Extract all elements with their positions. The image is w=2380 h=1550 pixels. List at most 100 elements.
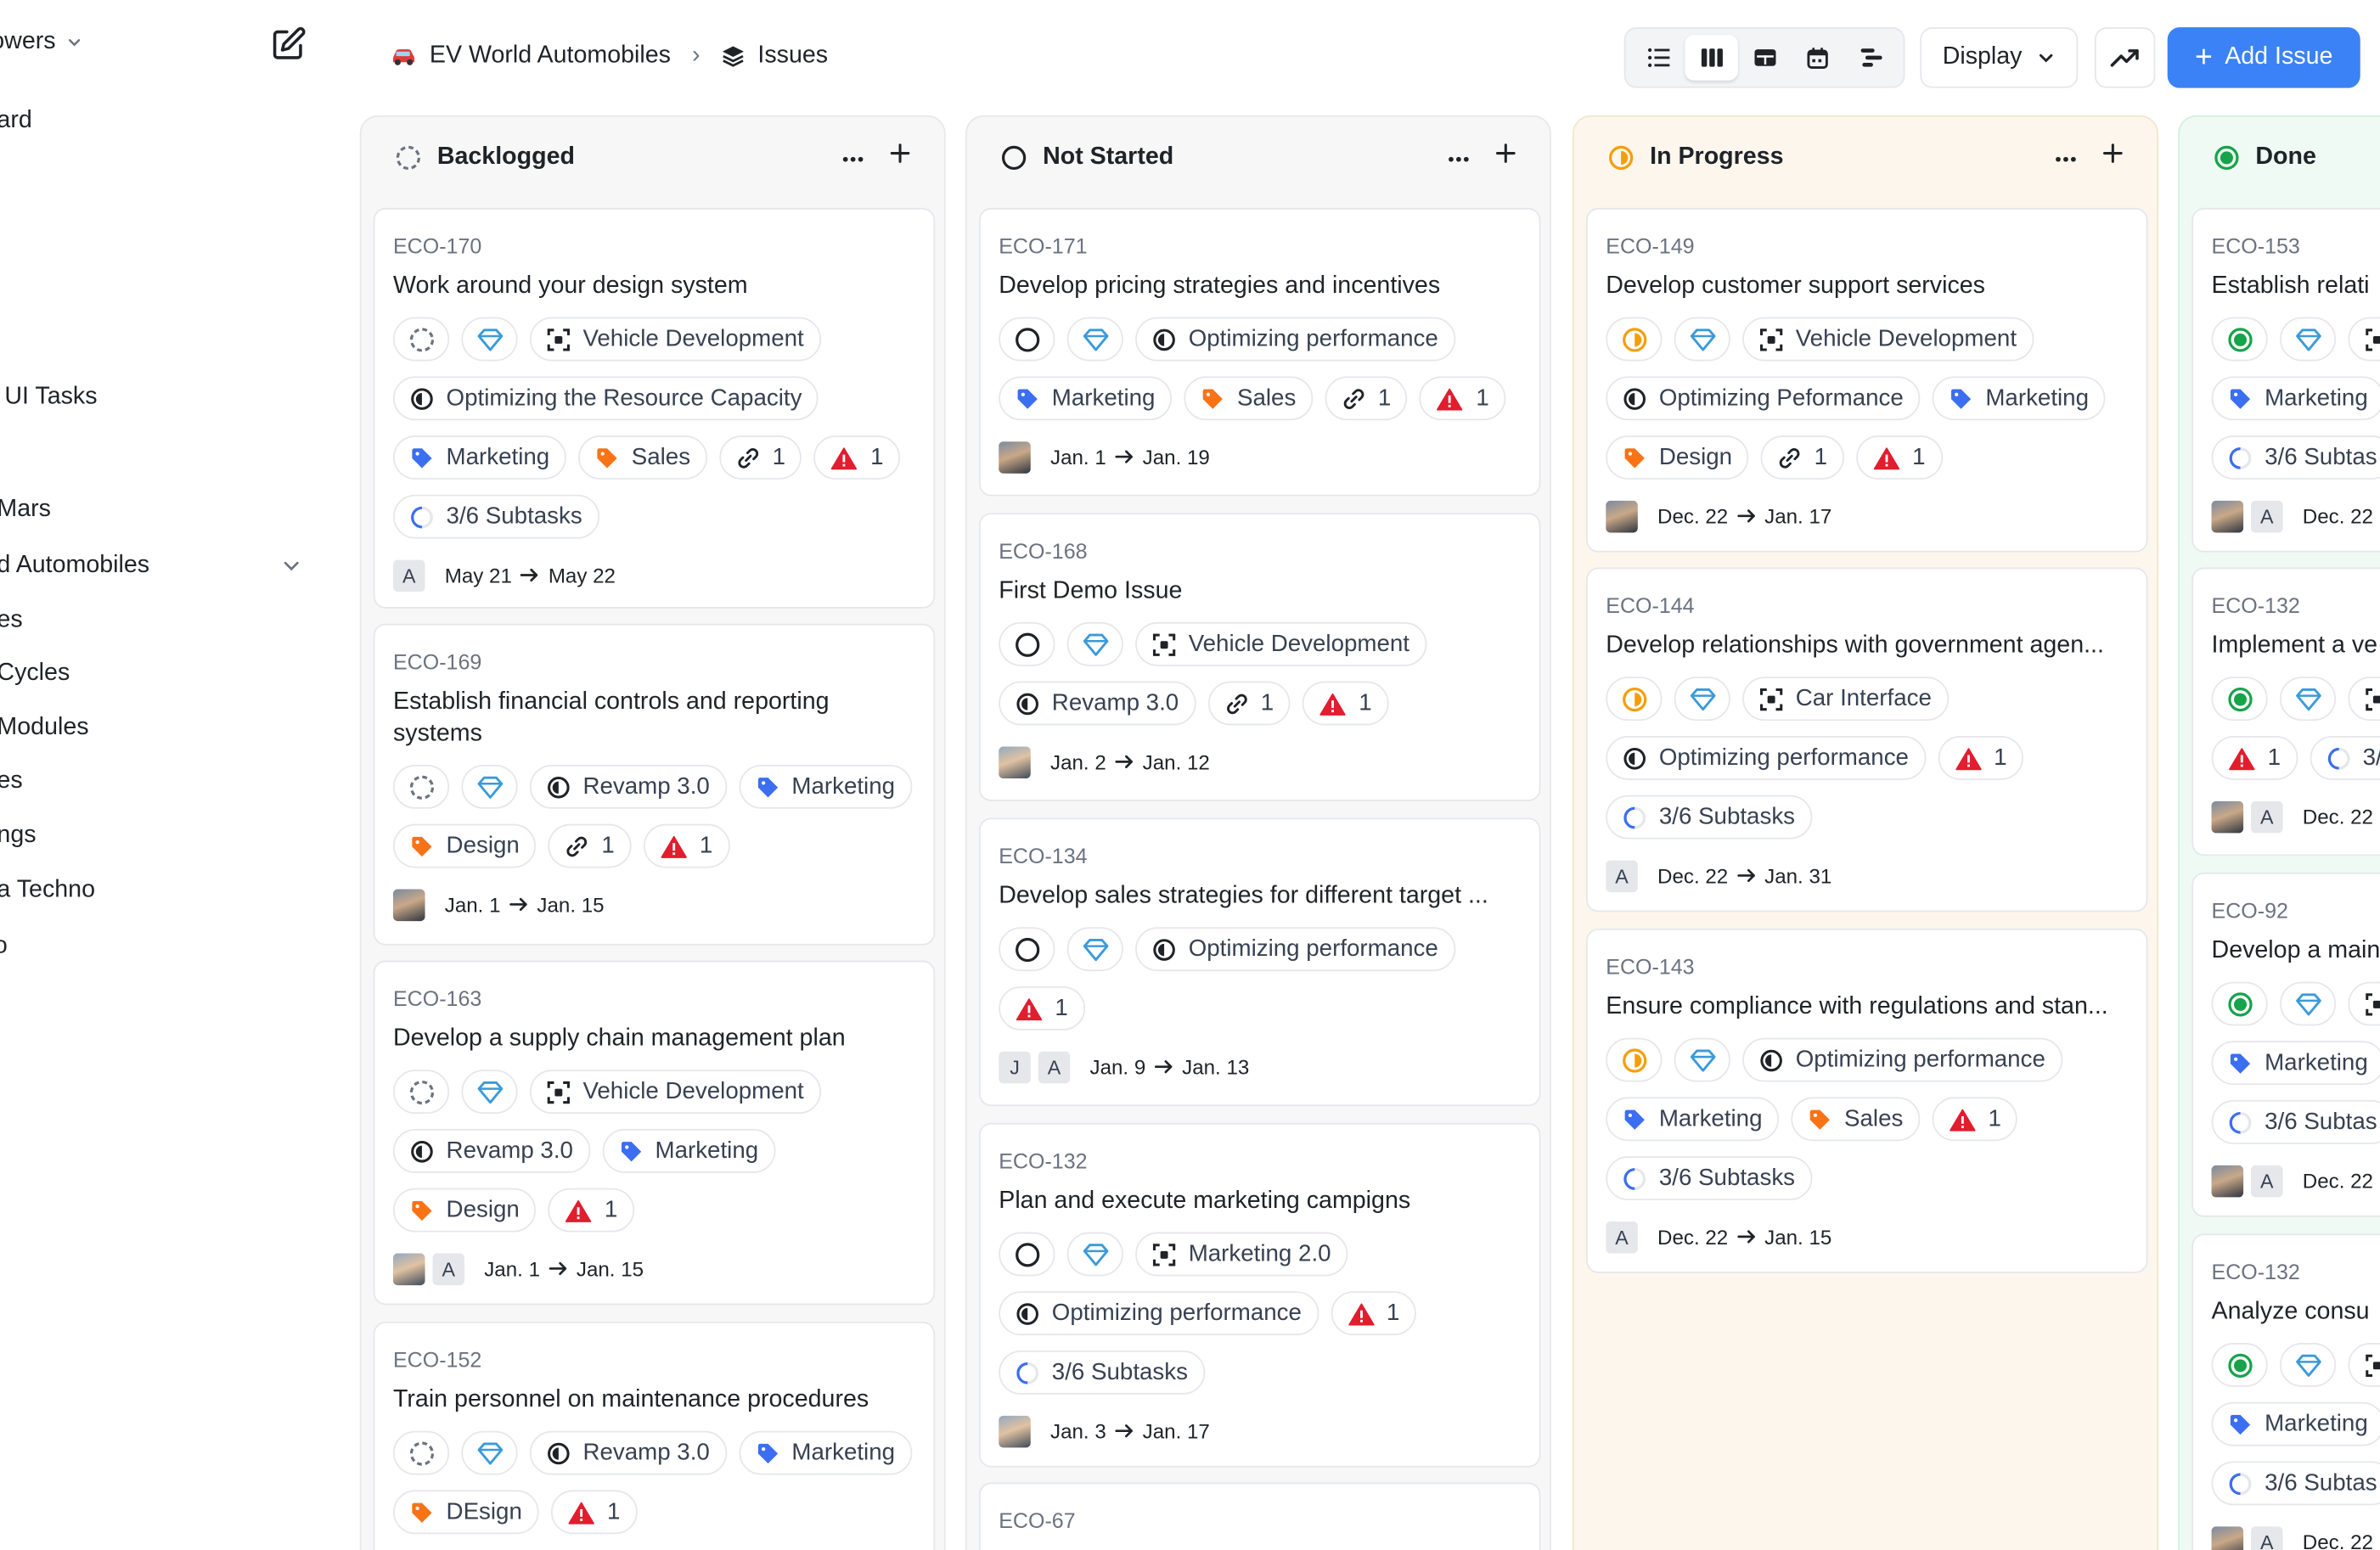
- status-pill[interactable]: [392, 1430, 450, 1475]
- subtasks-pill[interactable]: 3/6 Subtasks: [1606, 795, 1812, 840]
- cycle-pill[interactable]: Optimizing performance: [1606, 735, 1926, 780]
- priority-pill[interactable]: [461, 764, 518, 809]
- priority-pill[interactable]: [2279, 981, 2337, 1026]
- priority-pill[interactable]: [461, 1070, 518, 1115]
- alert-count-pill[interactable]: 1: [1330, 1291, 1417, 1336]
- cycle-pill[interactable]: Optimizing performance: [1135, 317, 1455, 362]
- cycle-pill[interactable]: Optimizing performance: [1135, 927, 1455, 972]
- subtasks-pill[interactable]: 3/6 Subtasks: [1606, 1156, 1812, 1200]
- display-button[interactable]: Display: [1920, 27, 2079, 88]
- module-pill[interactable]: Vehicle Development: [529, 1070, 821, 1115]
- column-add-button[interactable]: [1495, 143, 1516, 171]
- priority-pill[interactable]: [1674, 1037, 1730, 1082]
- issue-card[interactable]: ECO-152 Train personnel on maintenance pr…: [373, 1321, 936, 1550]
- priority-pill[interactable]: [461, 1430, 518, 1475]
- status-pill[interactable]: [2211, 677, 2268, 722]
- sidebar-item-cycles[interactable]: Cycles: [0, 660, 70, 688]
- calendar-view-button[interactable]: [1791, 35, 1844, 81]
- priority-pill[interactable]: [461, 317, 518, 362]
- label-pill[interactable]: Sales: [1791, 1097, 1921, 1142]
- issue-card[interactable]: ECO-169 Establish financial controls and …: [373, 623, 936, 946]
- alert-count-pill[interactable]: 1: [1856, 435, 1943, 480]
- issue-card[interactable]: ECO-67: [979, 1482, 1541, 1550]
- label-pill[interactable]: Sales: [1184, 376, 1313, 421]
- gantt-view-button[interactable]: [1844, 35, 1898, 81]
- link-count-pill[interactable]: 1: [1761, 435, 1844, 480]
- issue-card[interactable]: ECO-92 Develop a main Marketing 3/6 Subtas A…: [2192, 872, 2380, 1217]
- subtasks-pill[interactable]: 3/6 Subtas: [2211, 1461, 2380, 1506]
- module-pill[interactable]: Marketing 2.0: [1135, 1232, 1348, 1277]
- status-pill[interactable]: [999, 927, 1055, 972]
- priority-pill[interactable]: [1674, 677, 1730, 722]
- module-pill[interactable]: Vehicle Development: [1742, 317, 2034, 362]
- sidebar-item-ui-tasks[interactable]: UI Tasks: [4, 384, 97, 411]
- alert-count-pill[interactable]: 1: [643, 823, 729, 868]
- label-pill[interactable]: Marketing: [999, 376, 1173, 421]
- alert-count-pill[interactable]: 1: [2211, 735, 2298, 780]
- priority-pill[interactable]: [1066, 317, 1123, 362]
- label-pill[interactable]: Sales: [578, 435, 707, 480]
- alert-count-pill[interactable]: 1: [1303, 681, 1389, 726]
- cycle-pill[interactable]: Optimizing performance: [999, 1291, 1319, 1336]
- link-count-pill[interactable]: 1: [548, 823, 632, 868]
- subtasks-pill[interactable]: 3/6 Subtasks: [999, 1350, 1205, 1395]
- issue-card[interactable]: ECO-144 Develop relationships with govern…: [1586, 567, 2148, 913]
- link-count-pill[interactable]: 1: [1207, 681, 1291, 726]
- cycle-pill[interactable]: Revamp 3.0: [999, 681, 1196, 726]
- cycle-pill[interactable]: Optimizing the Resource Capacity: [392, 376, 819, 421]
- chevron-down-icon[interactable]: [281, 555, 302, 576]
- label-pill[interactable]: DEsign: [392, 1490, 539, 1535]
- label-pill[interactable]: Design: [392, 823, 537, 868]
- status-pill[interactable]: [392, 317, 450, 362]
- status-pill[interactable]: [2211, 981, 2268, 1026]
- issue-card[interactable]: ECO-168 First Demo Issue Vehicle Developme…: [979, 513, 1541, 801]
- label-pill[interactable]: Marketing: [1606, 1097, 1780, 1142]
- issue-card[interactable]: ECO-134 Develop sales strategies for diff…: [979, 817, 1541, 1107]
- label-pill[interactable]: Marketing: [738, 764, 912, 809]
- priority-pill[interactable]: [2279, 1343, 2337, 1387]
- cycle-pill[interactable]: Optimizing Peformance: [1606, 376, 1921, 421]
- status-pill[interactable]: [392, 1070, 450, 1115]
- status-pill[interactable]: [999, 317, 1055, 362]
- label-pill[interactable]: Marketing: [1932, 376, 2106, 421]
- sidebar-item-settings[interactable]: ngs: [0, 823, 37, 850]
- sidebar-item-ev-automobiles[interactable]: d Automobiles: [0, 553, 149, 580]
- sidebar-item-techno[interactable]: a Techno: [0, 877, 95, 904]
- priority-pill[interactable]: [1066, 621, 1123, 666]
- alert-count-pill[interactable]: 1: [550, 1490, 638, 1535]
- column-add-button[interactable]: [2102, 143, 2124, 171]
- alert-count-pill[interactable]: 1: [999, 986, 1085, 1031]
- module-pill[interactable]: [2348, 677, 2380, 722]
- label-pill[interactable]: Marketing: [392, 435, 566, 480]
- cycle-pill[interactable]: Revamp 3.0: [529, 764, 727, 809]
- issue-card[interactable]: ECO-132 Plan and execute marketing campig…: [979, 1122, 1541, 1468]
- sidebar-item-mars[interactable]: Mars: [0, 497, 51, 524]
- status-pill[interactable]: [999, 1232, 1055, 1277]
- workspace-switcher[interactable]: owers: [0, 29, 83, 56]
- priority-pill[interactable]: [2279, 677, 2337, 722]
- column-more-button[interactable]: [1447, 144, 1471, 171]
- status-pill[interactable]: [1606, 317, 1663, 362]
- sidebar-item-issues[interactable]: es: [0, 607, 23, 634]
- module-pill[interactable]: [2348, 981, 2380, 1026]
- subtasks-pill[interactable]: 3/6 Subtas: [2211, 435, 2380, 480]
- issue-card[interactable]: ECO-132 Implement a ve 1 3/(A Dec. 22: [2192, 567, 2380, 856]
- module-pill[interactable]: [2348, 1343, 2380, 1387]
- column-more-button[interactable]: [841, 144, 865, 171]
- link-count-pill[interactable]: 1: [719, 435, 802, 480]
- issue-card[interactable]: ECO-163 Develop a supply chain management…: [373, 960, 936, 1306]
- issue-card[interactable]: ECO-171 Develop pricing strategies and in…: [979, 207, 1541, 497]
- priority-pill[interactable]: [1674, 317, 1730, 362]
- module-pill[interactable]: [2348, 317, 2380, 362]
- status-pill[interactable]: [392, 764, 450, 809]
- priority-pill[interactable]: [1066, 1232, 1123, 1277]
- issue-card[interactable]: ECO-170 Work around your design system Veh…: [373, 207, 936, 609]
- label-pill[interactable]: Design: [392, 1188, 537, 1233]
- priority-pill[interactable]: [2279, 317, 2337, 362]
- cycle-pill[interactable]: Optimizing performance: [1742, 1037, 2062, 1082]
- status-pill[interactable]: [2211, 317, 2268, 362]
- cycle-pill[interactable]: Revamp 3.0: [392, 1128, 590, 1173]
- sidebar-item-more[interactable]: o: [0, 933, 8, 960]
- compose-icon[interactable]: [270, 25, 307, 62]
- spreadsheet-view-button[interactable]: [1738, 35, 1792, 81]
